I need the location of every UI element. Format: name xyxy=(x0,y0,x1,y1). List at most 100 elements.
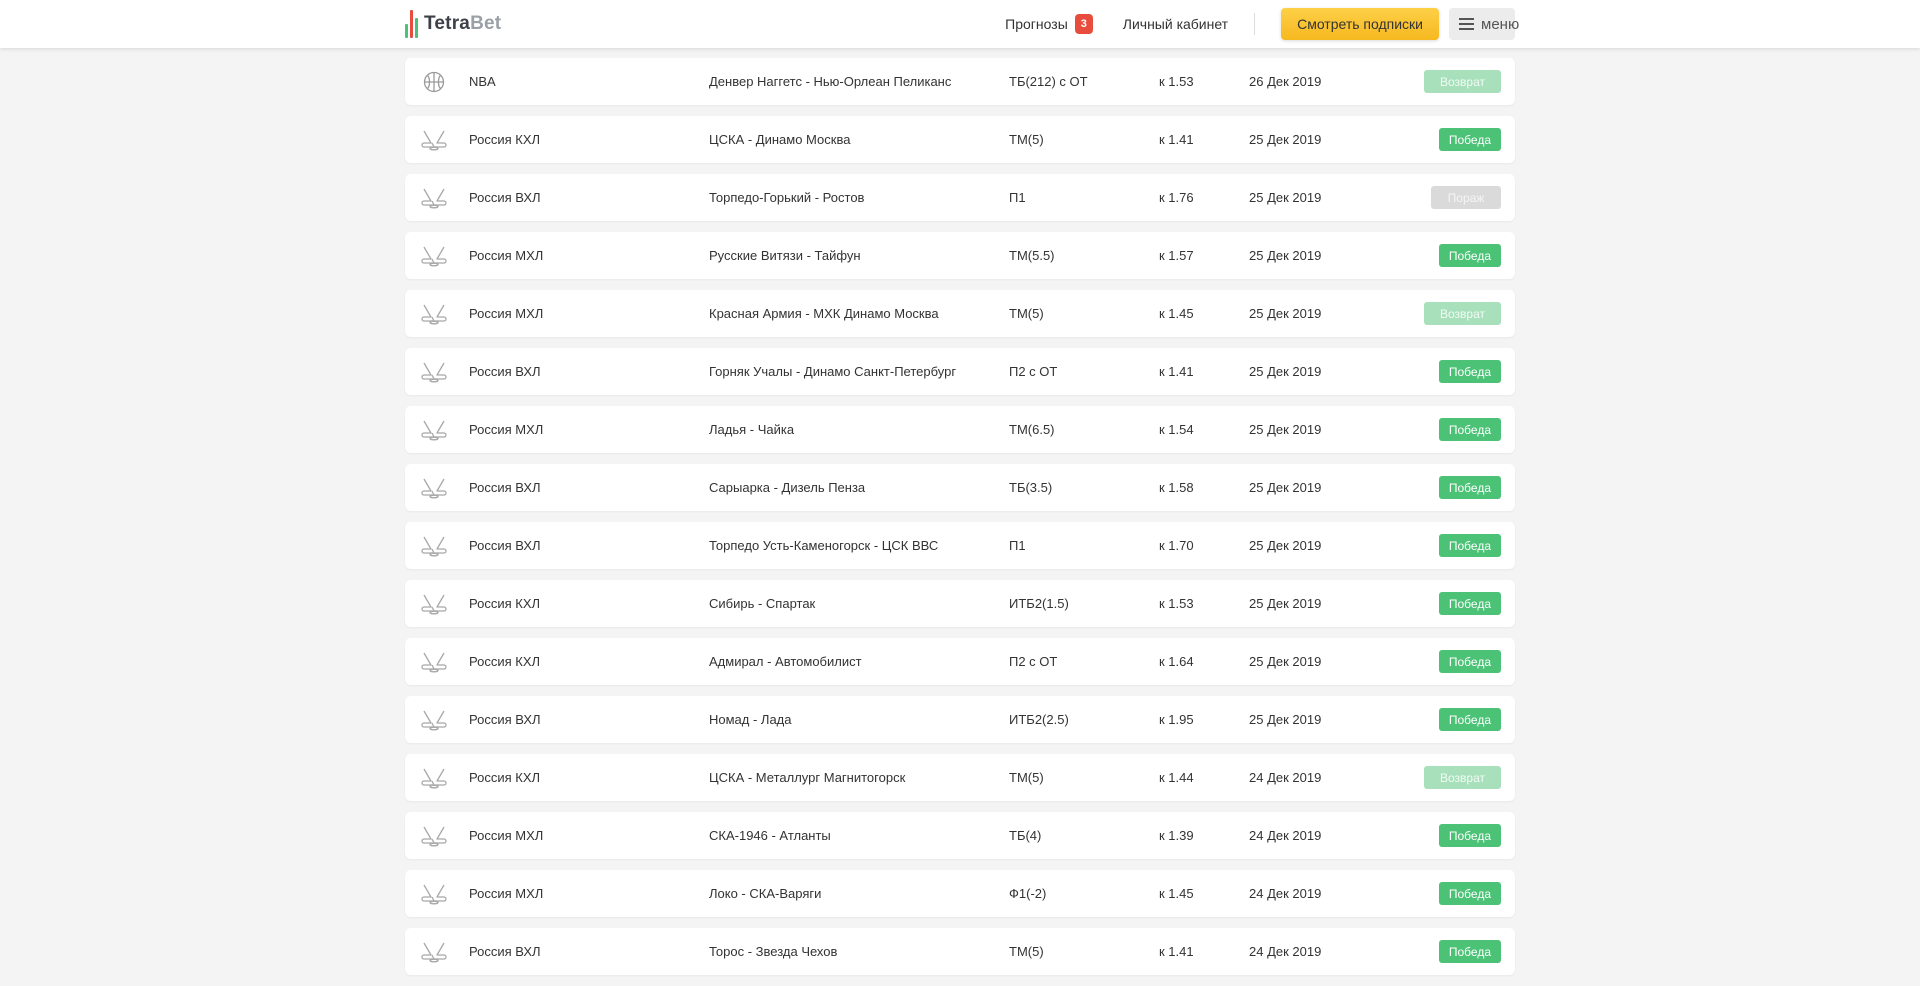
odds-value: к 1.95 xyxy=(1159,712,1194,727)
forecast-row[interactable]: Россия МХЛ Локо - СКА-Варяги Ф1(-2) к 1.45 2… xyxy=(405,870,1515,917)
bet-type: П1 xyxy=(1009,538,1026,553)
hockey-icon xyxy=(421,522,447,569)
hockey-icon xyxy=(421,580,447,627)
match-name[interactable]: Русские Витязи - Тайфун xyxy=(709,232,861,279)
league-name: Россия КХЛ xyxy=(469,132,541,147)
nav-forecasts-label: Прогнозы xyxy=(1005,16,1068,32)
result-badge: Победа xyxy=(1438,128,1501,151)
forecast-row[interactable]: Россия ВХЛ Номад - Лада ИТБ2(2.5) к 1.95 25 … xyxy=(405,696,1515,743)
league-name: Россия МХЛ xyxy=(469,306,544,321)
match-name[interactable]: СКА-1946 - Атланты xyxy=(709,812,831,859)
bet-type: ИТБ2(1.5) xyxy=(1009,596,1069,611)
bet-type: ТБ(3.5) xyxy=(1009,480,1053,495)
logo-icon xyxy=(405,10,418,38)
match-date: 25 Дек 2019 xyxy=(1249,306,1322,321)
forecast-row[interactable]: Россия ВХЛ Горняк Учалы - Динамо Санкт-Пе… xyxy=(405,348,1515,395)
menu-button[interactable]: меню xyxy=(1449,8,1519,40)
hockey-icon xyxy=(421,174,447,221)
match-name[interactable]: Адмирал - Автомобилист xyxy=(709,638,862,685)
match-name[interactable]: Ладья - Чайка xyxy=(709,406,794,453)
hockey-icon xyxy=(421,928,447,975)
odds-value: к 1.57 xyxy=(1159,248,1194,263)
forecast-row[interactable]: Россия ВХЛ Торпедо Усть-Каменогорск - ЦСК… xyxy=(405,522,1515,569)
forecast-row[interactable]: Россия КХЛ ЦСКА - Динамо Москва ТМ(5) к 1.4… xyxy=(405,116,1515,163)
nav-cabinet[interactable]: Личный кабинет xyxy=(1123,16,1228,32)
forecast-row[interactable]: Россия МХЛ Ладья - Чайка ТМ(6.5) к 1.54 25 Д… xyxy=(405,406,1515,453)
match-name[interactable]: Торпедо-Горький - Ростов xyxy=(709,174,864,221)
result-cell: Победа xyxy=(1438,696,1501,743)
result-badge: Победа xyxy=(1438,534,1501,557)
forecast-row[interactable]: Россия МХЛ СКА-1946 - Атланты ТБ(4) к 1.39 2… xyxy=(405,812,1515,859)
subscribe-button[interactable]: Смотреть подписки xyxy=(1281,8,1439,40)
league-name: Россия ВХЛ xyxy=(469,190,541,205)
result-cell: Победа xyxy=(1438,928,1501,975)
result-badge: Победа xyxy=(1438,708,1501,731)
forecast-row[interactable]: Россия ВХЛ Торос - Звезда Чехов ТМ(5) к 1.4… xyxy=(405,928,1515,975)
bet-type: ТМ(5) xyxy=(1009,944,1044,959)
result-badge: Возврат xyxy=(1424,766,1501,789)
match-date: 25 Дек 2019 xyxy=(1249,132,1322,147)
result-cell: Победа xyxy=(1438,406,1501,453)
forecast-row[interactable]: Россия МХЛ Красная Армия - МХК Динамо Мос… xyxy=(405,290,1515,337)
league-name: Россия КХЛ xyxy=(469,596,541,611)
result-cell: Возврат xyxy=(1424,290,1501,337)
match-name[interactable]: Торпедо Усть-Каменогорск - ЦСК ВВС xyxy=(709,522,938,569)
bet-type: П2 с ОТ xyxy=(1009,364,1058,379)
match-name[interactable]: Красная Армия - МХК Динамо Москва xyxy=(709,290,939,337)
forecast-row[interactable]: NBA Денвер Наггетс - Нью-Орлеан Пеликанс Т… xyxy=(405,58,1515,105)
match-date: 26 Дек 2019 xyxy=(1249,74,1322,89)
odds-value: к 1.53 xyxy=(1159,74,1194,89)
bet-type: П1 xyxy=(1009,190,1026,205)
forecast-row[interactable]: Россия КХЛ Сибирь - Спартак ИТБ2(1.5) к 1.5… xyxy=(405,580,1515,627)
bet-type: ТБ(212) с ОТ xyxy=(1009,74,1088,89)
forecast-row[interactable]: Россия ВХЛ Торпедо-Горький - Ростов П1 к 1.… xyxy=(405,174,1515,221)
hockey-icon xyxy=(421,232,447,279)
hockey-icon xyxy=(421,348,447,395)
match-date: 25 Дек 2019 xyxy=(1249,422,1322,437)
nav-forecasts[interactable]: Прогнозы 3 xyxy=(1005,14,1093,34)
league-name: Россия ВХЛ xyxy=(469,944,541,959)
result-badge: Победа xyxy=(1438,244,1501,267)
match-name[interactable]: Сарыарка - Дизель Пенза xyxy=(709,464,865,511)
match-name[interactable]: ЦСКА - Металлург Магнитогорск xyxy=(709,754,905,801)
result-badge: Победа xyxy=(1438,882,1501,905)
match-name[interactable]: ЦСКА - Динамо Москва xyxy=(709,116,850,163)
result-badge: Победа xyxy=(1438,592,1501,615)
match-date: 25 Дек 2019 xyxy=(1249,538,1322,553)
result-cell: Победа xyxy=(1438,348,1501,395)
forecast-row[interactable]: Россия КХЛ ЦСКА - Металлург Магнитогорск Т… xyxy=(405,754,1515,801)
match-name[interactable]: Локо - СКА-Варяги xyxy=(709,870,821,917)
basketball-icon xyxy=(421,58,447,105)
bet-type: П2 с ОТ xyxy=(1009,654,1058,669)
forecast-row[interactable]: Россия КХЛ Адмирал - Автомобилист П2 с ОТ к… xyxy=(405,638,1515,685)
match-date: 24 Дек 2019 xyxy=(1249,770,1322,785)
match-name[interactable]: Торос - Звезда Чехов xyxy=(709,928,837,975)
header-inner: TetraBet Прогнозы 3 Личный кабинет Смотр… xyxy=(405,0,1519,48)
result-cell: Возврат xyxy=(1424,58,1501,105)
logo[interactable]: TetraBet xyxy=(405,10,501,38)
odds-value: к 1.45 xyxy=(1159,886,1194,901)
match-name[interactable]: Сибирь - Спартак xyxy=(709,580,815,627)
bet-type: Ф1(-2) xyxy=(1009,886,1047,901)
match-name[interactable]: Денвер Наггетс - Нью-Орлеан Пеликанс xyxy=(709,58,951,105)
bet-type: ТМ(5) xyxy=(1009,132,1044,147)
result-cell: Победа xyxy=(1438,116,1501,163)
league-name: Россия ВХЛ xyxy=(469,538,541,553)
league-name: Россия КХЛ xyxy=(469,654,541,669)
league-name: NBA xyxy=(469,74,496,89)
forecast-row[interactable]: Россия МХЛ Русские Витязи - Тайфун ТМ(5.5)… xyxy=(405,232,1515,279)
hockey-icon xyxy=(421,870,447,917)
hockey-icon xyxy=(421,754,447,801)
match-date: 25 Дек 2019 xyxy=(1249,364,1322,379)
result-cell: Победа xyxy=(1438,580,1501,627)
odds-value: к 1.39 xyxy=(1159,828,1194,843)
match-name[interactable]: Горняк Учалы - Динамо Санкт-Петербург xyxy=(709,348,956,395)
top-header: TetraBet Прогнозы 3 Личный кабинет Смотр… xyxy=(0,0,1920,48)
menu-label: меню xyxy=(1481,15,1520,33)
odds-value: к 1.70 xyxy=(1159,538,1194,553)
forecast-row[interactable]: Россия ВХЛ Сарыарка - Дизель Пенза ТБ(3.5)… xyxy=(405,464,1515,511)
hockey-icon xyxy=(421,696,447,743)
result-badge: Победа xyxy=(1438,940,1501,963)
bet-type: ТМ(5) xyxy=(1009,770,1044,785)
match-name[interactable]: Номад - Лада xyxy=(709,696,792,743)
